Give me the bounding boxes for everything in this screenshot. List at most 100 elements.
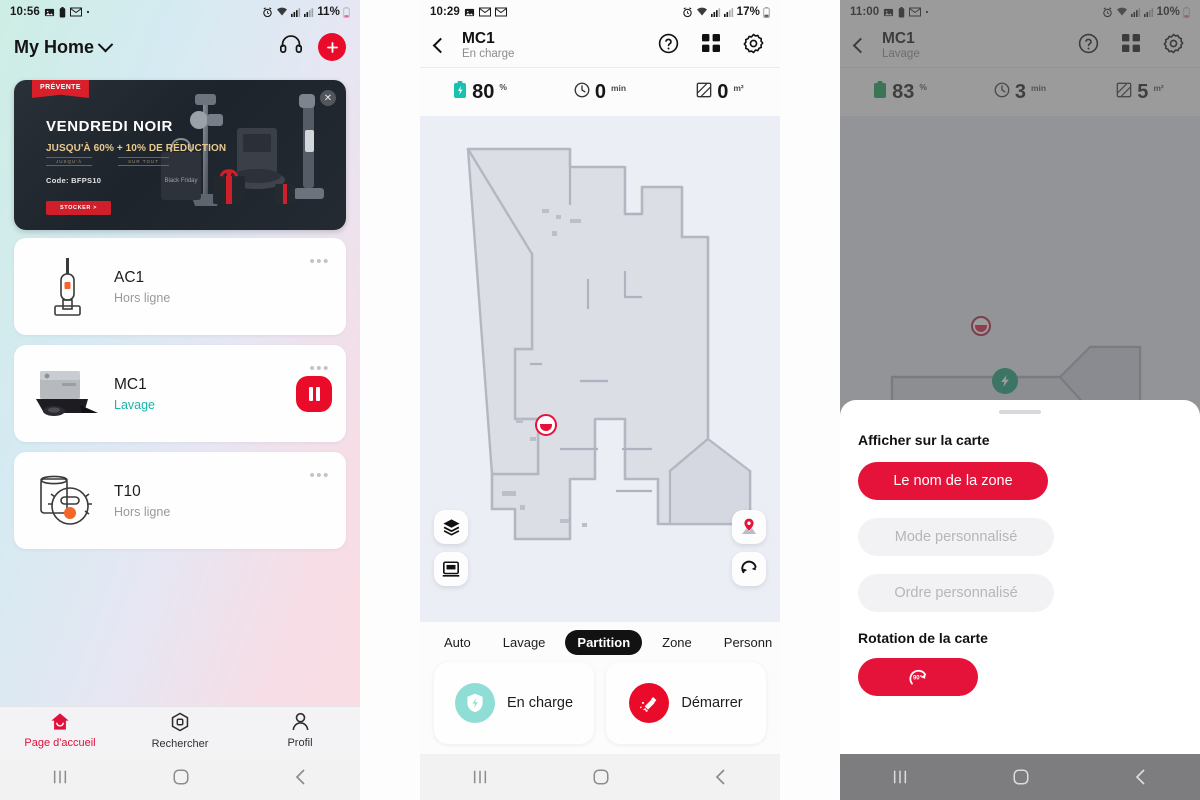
gear-icon[interactable] [743,33,764,59]
battery-level-icon [343,6,350,18]
promo-title: VENDREDI NOIR [46,118,173,135]
rotate-icon[interactable] [732,552,766,586]
back-arrow-icon[interactable] [432,37,449,54]
pause-button[interactable] [296,375,332,412]
start-button[interactable]: Démarrer [606,662,766,744]
battery-percent: 10% [1156,6,1180,18]
device-more-icon[interactable]: ••• [309,361,330,376]
device-more-icon[interactable]: ••• [309,254,330,269]
stat-unit: m² [733,82,744,93]
option-custom-mode[interactable]: Mode personnalisé [858,518,1054,556]
android-nav-bar-3 [840,754,1200,800]
home-selector[interactable]: My Home [14,36,114,58]
charge-button[interactable]: En charge [434,662,594,744]
screenshot-root: 10:56 11% My Home PRÉVENTE ✕ Black Frida… [0,0,1200,800]
stat-value: 83 [892,81,915,103]
dock-marker[interactable] [992,368,1018,394]
map-card-icon[interactable] [434,552,468,586]
stat-value: 0 [594,81,606,103]
stat-battery: 80 % [420,80,540,104]
robot-marker[interactable] [535,414,557,436]
stick-vacuum-icon [30,249,106,325]
recents-icon[interactable] [891,769,909,785]
help-circle-icon[interactable] [658,33,679,59]
recents-icon[interactable] [471,769,489,785]
battery-percent: 17% [736,6,760,18]
bottom-nav: Page d'accueil Rechercher Profil [0,706,360,754]
panel-gap [780,0,840,800]
rotate-map-button[interactable]: 90° [858,658,978,696]
nav-tab-home[interactable]: Page d'accueil [5,712,115,749]
device-list: AC1 Hors ligne ••• MC1 Lavage ••• T10 Ho… [0,230,360,549]
status-bar-3: 11:00 10% [840,0,1200,24]
mode-tab-auto[interactable]: Auto [432,630,483,655]
mode-tab-partition[interactable]: Partition [565,629,643,655]
clock-icon [574,82,590,103]
device-card-mc1[interactable]: MC1 Lavage ••• [14,345,346,442]
mode-tab-personnalise[interactable]: Personn [712,630,780,655]
rotate-90-icon: 90° [906,665,930,689]
add-device-button[interactable] [318,33,346,61]
battery-level-icon [1183,6,1190,18]
option-zone-name[interactable]: Le nom de la zone [858,462,1048,500]
nav-label-home: Page d'accueil [24,737,96,749]
charge-plug-icon [454,683,495,723]
panel-gap [360,0,420,800]
grid-icon[interactable] [1121,33,1141,58]
wifi-icon [276,7,288,17]
signal-icon [304,7,314,17]
alarm-icon [682,6,693,18]
panel-map-settings: 11:00 10% MC1 Lavage 83 % 3 min 5 m² Aff… [840,0,1200,800]
stat-unit: % [499,81,507,92]
home-title-label: My Home [14,36,95,57]
device-card-ac1[interactable]: AC1 Hors ligne ••• [14,238,346,335]
device-state: Lavage [882,48,920,61]
map-display-sheet: Afficher sur la carte Le nom de la zone … [840,400,1200,754]
headset-icon[interactable] [280,35,302,59]
status-bar-2: 10:29 17% [420,0,780,24]
map-canvas-2[interactable] [420,116,780,622]
image-icon [464,7,475,18]
android-nav-bar-1 [0,754,360,800]
back-chevron-icon[interactable] [1133,768,1149,786]
nav-tab-search[interactable]: Rechercher [125,712,235,750]
promo-cta-button[interactable]: STOCKER > [46,201,111,215]
stat-unit: % [919,81,927,92]
layers-icon[interactable] [434,510,468,544]
device-status: Hors ligne [114,290,171,305]
grid-icon[interactable] [701,33,721,58]
robot-marker[interactable] [971,316,991,336]
device-title: MC1 [462,30,495,48]
help-circle-icon[interactable] [1078,33,1099,59]
signal-icon [291,7,301,17]
battery-percent: 11% [317,6,340,18]
promo-banner[interactable]: PRÉVENTE ✕ Black Friday VENDREDI NOIR JU… [14,80,346,230]
recents-icon[interactable] [51,769,69,785]
back-arrow-icon[interactable] [852,37,869,54]
area-icon [1116,82,1132,103]
stat-value: 80 [472,81,495,103]
home-square-icon[interactable] [592,768,610,786]
mode-tab-lavage[interactable]: Lavage [491,630,558,655]
status-time: 11:00 [850,6,880,18]
nav-tab-profile[interactable]: Profil [245,712,355,749]
sheet-grabber[interactable] [999,410,1041,414]
gear-icon[interactable] [1163,33,1184,59]
mode-tab-zone[interactable]: Zone [650,630,704,655]
device-more-icon[interactable]: ••• [309,468,330,483]
battery-charging-icon [453,80,467,104]
panel-home: 10:56 11% My Home PRÉVENTE ✕ Black Frida… [0,0,360,800]
device-header-3: MC1 Lavage [840,24,1200,68]
home-square-icon[interactable] [172,768,190,786]
charge-button-label: En charge [506,695,574,711]
promo-sub-right: SUR TOUT [118,157,169,166]
gmail-icon [69,7,82,17]
floor-plan [466,147,752,541]
device-card-t10[interactable]: T10 Hors ligne ••• [14,452,346,549]
home-square-icon[interactable] [1012,768,1030,786]
back-chevron-icon[interactable] [293,768,309,786]
option-custom-order[interactable]: Ordre personnalisé [858,574,1054,612]
back-chevron-icon[interactable] [713,768,729,786]
map-pin-icon[interactable] [732,510,766,544]
start-button-label: Démarrer [681,695,743,711]
